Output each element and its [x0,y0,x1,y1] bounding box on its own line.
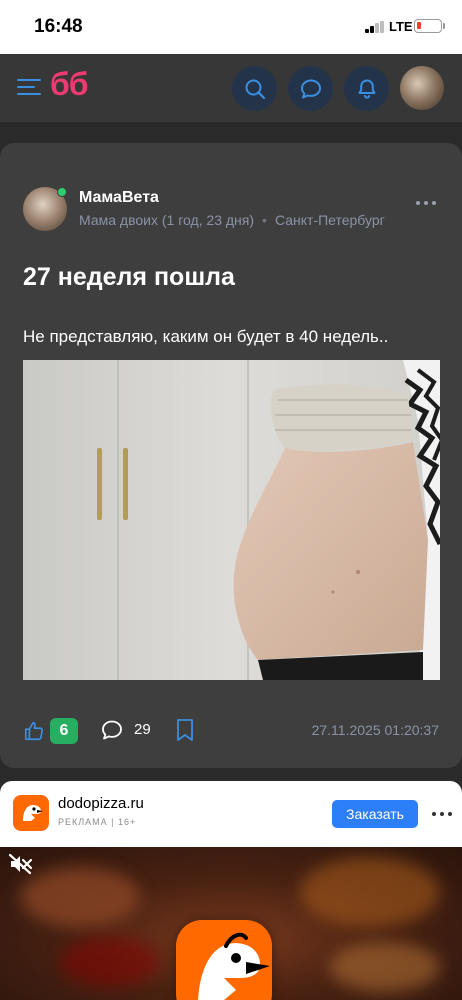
author-name[interactable]: МамаВета [79,189,159,207]
ad-block: dodopizza.ru РЕКЛАМА | 16+ Заказать [0,781,462,1000]
signal-icon [365,21,385,33]
chat-bubble-icon [300,79,321,98]
dodo-logo-icon[interactable] [13,795,49,831]
app-header: бб [0,54,462,122]
ad-label: РЕКЛАМА [58,817,108,827]
ad-video[interactable] [0,847,462,1000]
order-button[interactable]: Заказать [332,800,418,828]
app-logo[interactable]: бб [50,66,89,103]
status-bar: 16:48 LTE [0,0,462,54]
like-count-badge[interactable]: 6 [50,718,78,744]
author-meta: Мама двоих (1 год, 23 дня) • Санкт-Петербу… [79,212,385,228]
comment-icon[interactable] [100,718,124,742]
photo-content [23,360,440,680]
menu-icon[interactable] [17,77,41,97]
battery-tip [443,23,445,29]
post-title[interactable]: 27 неделя пошла [23,263,235,292]
search-icon [245,79,265,99]
battery-icon [414,19,442,33]
messages-button[interactable] [288,66,333,111]
post-actions: 6 29 27.11.2025 01:20:37 [0,713,462,749]
network-label: LTE [389,19,413,34]
ad-age-rating: 16+ [118,817,137,827]
online-status-icon [57,187,67,197]
dodo-app-icon [176,920,272,1000]
author-subtitle: Мама двоих (1 год, 23 дня) [79,212,255,228]
bookmark-icon[interactable] [175,718,195,742]
meta-separator: • [262,212,267,228]
post-text: Не представляю, каким он будет в 40 неде… [23,327,389,346]
notifications-button[interactable] [344,66,389,111]
ad-domain[interactable]: dodopizza.ru [58,795,144,812]
search-button[interactable] [232,66,277,111]
post-photo[interactable] [23,360,440,680]
comment-count[interactable]: 29 [134,721,151,738]
profile-avatar[interactable] [400,66,444,110]
post-date: 27.11.2025 01:20:37 [311,722,439,738]
ad-more-icon[interactable] [432,812,452,817]
mute-icon[interactable] [8,853,34,875]
post-card: МамаВета Мама двоих (1 год, 23 дня) • Санк… [0,143,462,768]
ad-label-row: РЕКЛАМА | 16+ [58,817,137,827]
thumbs-up-icon[interactable] [23,720,45,742]
bell-icon [358,79,375,99]
author-city: Санкт-Петербург [274,212,385,228]
post-more-icon[interactable] [416,201,438,207]
status-time: 16:48 [34,16,83,37]
